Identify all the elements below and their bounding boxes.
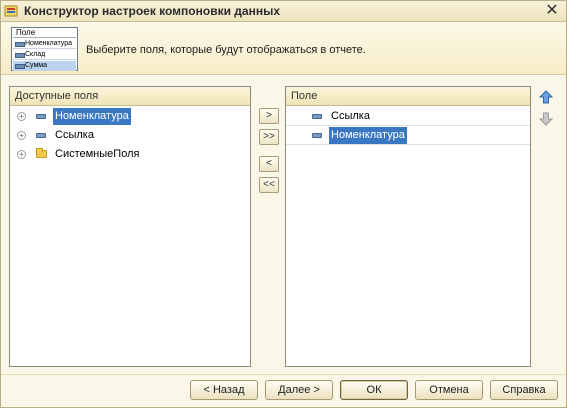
available-fields-panel[interactable]: Доступные поля + Номенклатура + Ссылка +… (9, 86, 251, 367)
preview-list-picture: Поле Номенклатура Склад Сумма (11, 27, 78, 71)
preview-row: Сумма (13, 61, 76, 71)
title-bar: Конструктор настроек компоновки данных ✕ (1, 1, 566, 22)
field-icon (312, 133, 322, 138)
tree-item[interactable]: + СистемныеПоля (10, 145, 250, 164)
ok-button[interactable]: ОК (340, 380, 408, 400)
arrow-up-icon[interactable] (538, 89, 554, 105)
close-icon[interactable]: ✕ (544, 2, 560, 20)
back-button[interactable]: < Назад (190, 380, 258, 400)
expand-icon[interactable]: + (17, 131, 26, 140)
expand-icon[interactable]: + (17, 112, 26, 121)
available-fields-header: Доступные поля (10, 87, 250, 106)
field-icon (36, 114, 46, 119)
footer-divider (1, 374, 566, 375)
preview-column-header: Поле (13, 28, 76, 38)
field-icon (312, 114, 322, 119)
app-icon (4, 5, 18, 17)
instruction-text: Выберите поля, которые будут отображатьс… (86, 44, 366, 56)
folder-icon (36, 148, 47, 158)
row-divider (286, 144, 530, 145)
tree-item-label: СистемныеПоля (55, 148, 140, 160)
add-field-button[interactable]: > (259, 108, 279, 124)
dialog-window: Конструктор настроек компоновки данных ✕… (0, 0, 567, 408)
tree-item-label: Номенклатура (53, 108, 131, 125)
tree-item[interactable]: + Ссылка (10, 126, 250, 145)
preview-row: Склад (13, 50, 76, 60)
selected-fields-header: Поле (286, 87, 530, 106)
list-item-label: Ссылка (331, 110, 370, 122)
list-item[interactable]: Номенклатура (286, 126, 530, 145)
arrow-down-icon[interactable] (538, 111, 554, 127)
field-icon (36, 133, 46, 138)
list-item-label: Номенклатура (329, 127, 407, 144)
add-all-fields-button[interactable]: >> (259, 129, 279, 145)
list-item[interactable]: Ссылка (286, 107, 530, 126)
expand-icon[interactable]: + (17, 150, 26, 159)
selected-fields-panel[interactable]: Поле Ссылка Номенклатура (285, 86, 531, 367)
preview-row: Номенклатура (13, 39, 76, 49)
cancel-button[interactable]: Отмена (415, 380, 483, 400)
remove-all-fields-button[interactable]: << (259, 177, 279, 193)
tree-item-label: Ссылка (55, 129, 94, 141)
window-title: Конструктор настроек компоновки данных (24, 4, 281, 18)
header-band: Поле Номенклатура Склад Сумма Выберите п… (1, 23, 566, 75)
help-button[interactable]: Справка (490, 380, 558, 400)
tree-item[interactable]: + Номенклатура (10, 107, 250, 126)
next-button[interactable]: Далее > (265, 380, 333, 400)
remove-field-button[interactable]: < (259, 156, 279, 172)
